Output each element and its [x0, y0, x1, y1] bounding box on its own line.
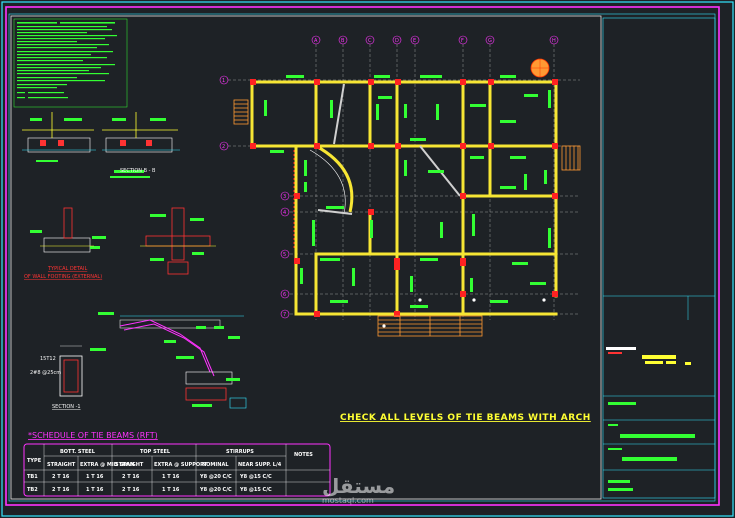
typical-detail-label: TYPICAL DETAIL [47, 266, 87, 272]
hdr-nominal: NOMINAL [202, 462, 229, 468]
wall-footing-label: OF WALL FOOTING (EXTERNAL) [24, 274, 102, 280]
hdr-near-supp: NEAR SUPP. L/4 [238, 462, 282, 468]
grid-label-d: D [395, 38, 399, 44]
grid-label-b: B [341, 38, 345, 44]
watermark-arabic: مستقل [322, 474, 395, 498]
stair-arch-detail [98, 312, 247, 409]
grid-label-5: 5 [283, 252, 286, 258]
hdr-straight-top: STRAIGHT [115, 462, 144, 468]
grid-label-h: H [552, 38, 556, 44]
row1-type: TB1 [27, 474, 38, 480]
watermark-latin: mostaql.com [322, 496, 374, 505]
section-1-detail: 15T12 2#8 @25cm SECTION -1 [30, 345, 106, 410]
row2-bott-extra: 1 T 16 [86, 487, 104, 493]
arch-curve [315, 144, 354, 213]
row1-bott-extra: 1 T 16 [86, 474, 104, 480]
row1-top-extra: 1 T 16 [162, 474, 180, 480]
watermark: مستقل mostaql.com [322, 474, 395, 505]
grid-label-7: 7 [283, 312, 286, 318]
stair-left [233, 99, 249, 125]
grid-label-a: A [314, 38, 318, 44]
section-details-top: SECTION B - B [22, 112, 180, 178]
hdr-top-steel: TOP STEEL [140, 449, 171, 455]
row2-top-straight: 2 T 16 [122, 487, 140, 493]
cad-drawing-sheet: SECTION B - B TYPICAL DETAIL OF WALL FOO… [1, 1, 734, 517]
general-notes [13, 18, 128, 108]
grid-label-6: 6 [283, 292, 286, 298]
title-block [602, 17, 716, 499]
section-b-label: SECTION B - B [120, 168, 156, 174]
row2-nominal: Y8 @20 C/C [199, 487, 232, 493]
grid-label-1: 1 [222, 78, 225, 84]
grid-label-e: E [413, 38, 416, 44]
plan-note: CHECK ALL LEVELS OF TIE BEAMS WITH ARCH [340, 413, 591, 423]
stair-right [561, 145, 581, 171]
row2-type: TB2 [27, 487, 38, 493]
dim-stirrup: 2#8 @25cm [30, 370, 61, 376]
tie-beam-schedule: *SCHEDULE OF TIE BEAMS (RFT) TYPE BOTT. … [23, 431, 331, 497]
row2-bott-straight: 2 T 16 [52, 487, 70, 493]
row2-near: Y8 @15 C/C [239, 487, 272, 493]
dim-15t12: 15T12 [40, 356, 56, 362]
row1-nominal: Y8 @20 C/C [199, 474, 232, 480]
foundation-plan: A B C D E F G H 1 2 3 4 5 6 7 [219, 35, 581, 337]
section-1-label: SECTION -1 [52, 404, 81, 410]
row2-top-extra: 1 T 16 [162, 487, 180, 493]
row1-near: Y8 @15 C/C [239, 474, 272, 480]
grid-label-2: 2 [222, 144, 225, 150]
hdr-straight: STRAIGHT [47, 462, 76, 468]
grid-label-4: 4 [283, 210, 286, 216]
wall-footing-detail: TYPICAL DETAIL OF WALL FOOTING (EXTERNAL… [24, 207, 216, 280]
row1-bott-straight: 2 T 16 [52, 474, 70, 480]
grid-label-3: 3 [283, 194, 286, 200]
hdr-notes: NOTES [294, 452, 313, 458]
inner-border-cyan [8, 13, 716, 502]
schedule-title: *SCHEDULE OF TIE BEAMS (RFT) [28, 431, 158, 440]
hdr-stirrups: STIRRUPS [226, 449, 254, 455]
row1-top-straight: 2 T 16 [122, 474, 140, 480]
stair-bottom [377, 315, 483, 337]
grid-label-g: G [488, 38, 492, 44]
hdr-extra-support: EXTRA @ SUPPORT [154, 462, 208, 468]
hdr-bott-steel: BOTT. STEEL [60, 449, 96, 455]
inner-border-white [10, 15, 602, 500]
hdr-type: TYPE [27, 458, 42, 464]
grid-label-f: F [461, 38, 464, 44]
grid-label-c: C [368, 38, 372, 44]
